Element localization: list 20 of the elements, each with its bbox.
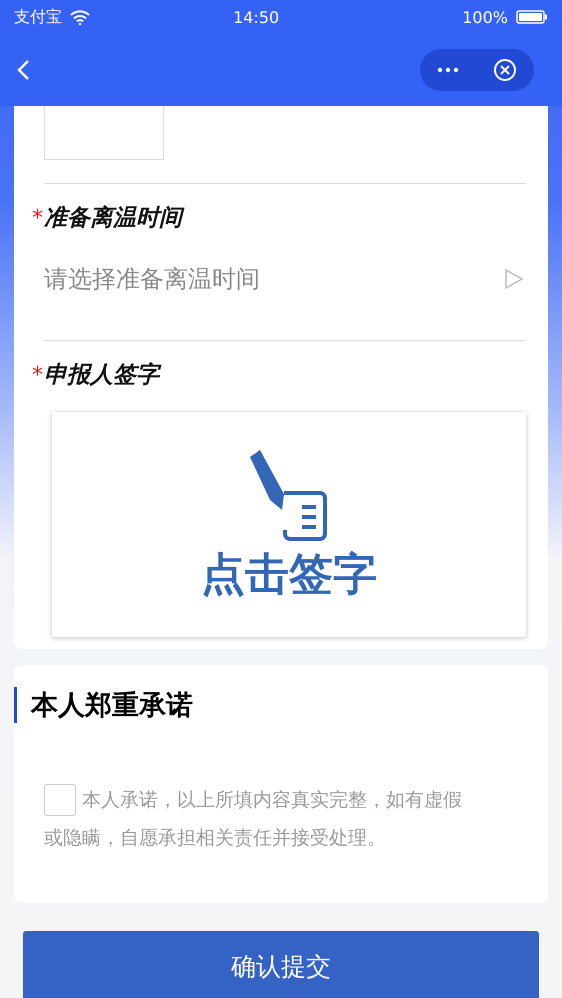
- more-icon[interactable]: [437, 67, 459, 73]
- time-picker[interactable]: 请选择准备离温时间: [44, 233, 526, 317]
- triangle-icon: [504, 268, 524, 290]
- checkbox[interactable]: [44, 784, 76, 816]
- status-time: 14:50: [232, 8, 280, 26]
- submit-button[interactable]: 确认提交: [23, 931, 539, 998]
- required-asterisk: *: [32, 206, 43, 231]
- section-title: 本人郑重承诺: [14, 687, 518, 723]
- carrier-name: 支付宝: [14, 6, 62, 28]
- required-asterisk: *: [32, 363, 43, 388]
- close-icon[interactable]: [493, 58, 517, 82]
- battery-level: 100%: [462, 8, 508, 26]
- battery-icon: [516, 10, 548, 24]
- signature-pad[interactable]: 点击签字: [52, 412, 526, 637]
- back-icon[interactable]: [16, 59, 30, 81]
- wifi-icon: [70, 10, 90, 24]
- pledge-text: 或隐瞒，自愿承担相关责任并接受处理。: [44, 826, 386, 851]
- pledge-text: 本人承诺，以上所填内容真实完整，如有虚假: [82, 788, 462, 813]
- field-label: 申报人签字: [44, 359, 159, 390]
- field-label: 准备离温时间: [44, 202, 182, 233]
